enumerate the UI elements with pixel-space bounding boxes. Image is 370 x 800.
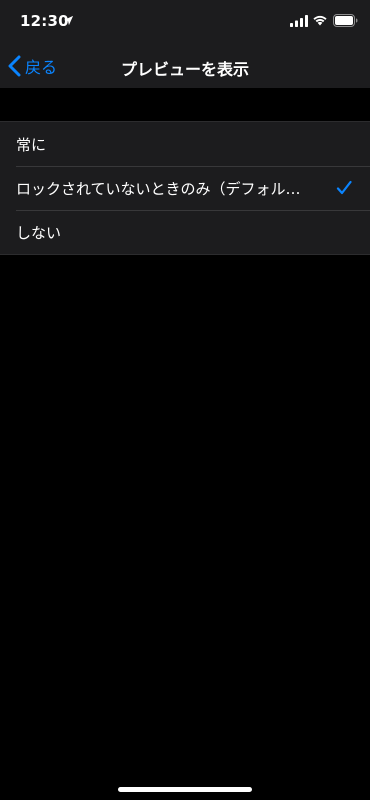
location-arrow-icon xyxy=(63,15,74,26)
page-title: プレビューを表示 xyxy=(120,60,249,79)
status-bar: 12:30 xyxy=(0,0,370,44)
battery-icon xyxy=(333,14,358,27)
option-label: 常に xyxy=(16,135,47,154)
home-indicator[interactable] xyxy=(118,787,252,792)
option-label: ロックされていないときのみ（デフォル… xyxy=(16,179,301,198)
preview-options-list: 常に ロックされていないときのみ（デフォル… しない xyxy=(0,121,370,255)
status-time: 12:30 xyxy=(20,12,69,30)
option-label: しない xyxy=(16,223,62,242)
checkmark-icon xyxy=(336,180,352,195)
navigation-bar: 戻る プレビューを表示 xyxy=(0,44,370,88)
cellular-signal-icon xyxy=(290,15,308,27)
option-when-unlocked[interactable]: ロックされていないときのみ（デフォル… xyxy=(0,166,370,210)
section-spacer xyxy=(0,88,370,121)
option-never[interactable]: しない xyxy=(0,210,370,254)
option-always[interactable]: 常に xyxy=(0,122,370,166)
wifi-icon xyxy=(313,15,327,26)
